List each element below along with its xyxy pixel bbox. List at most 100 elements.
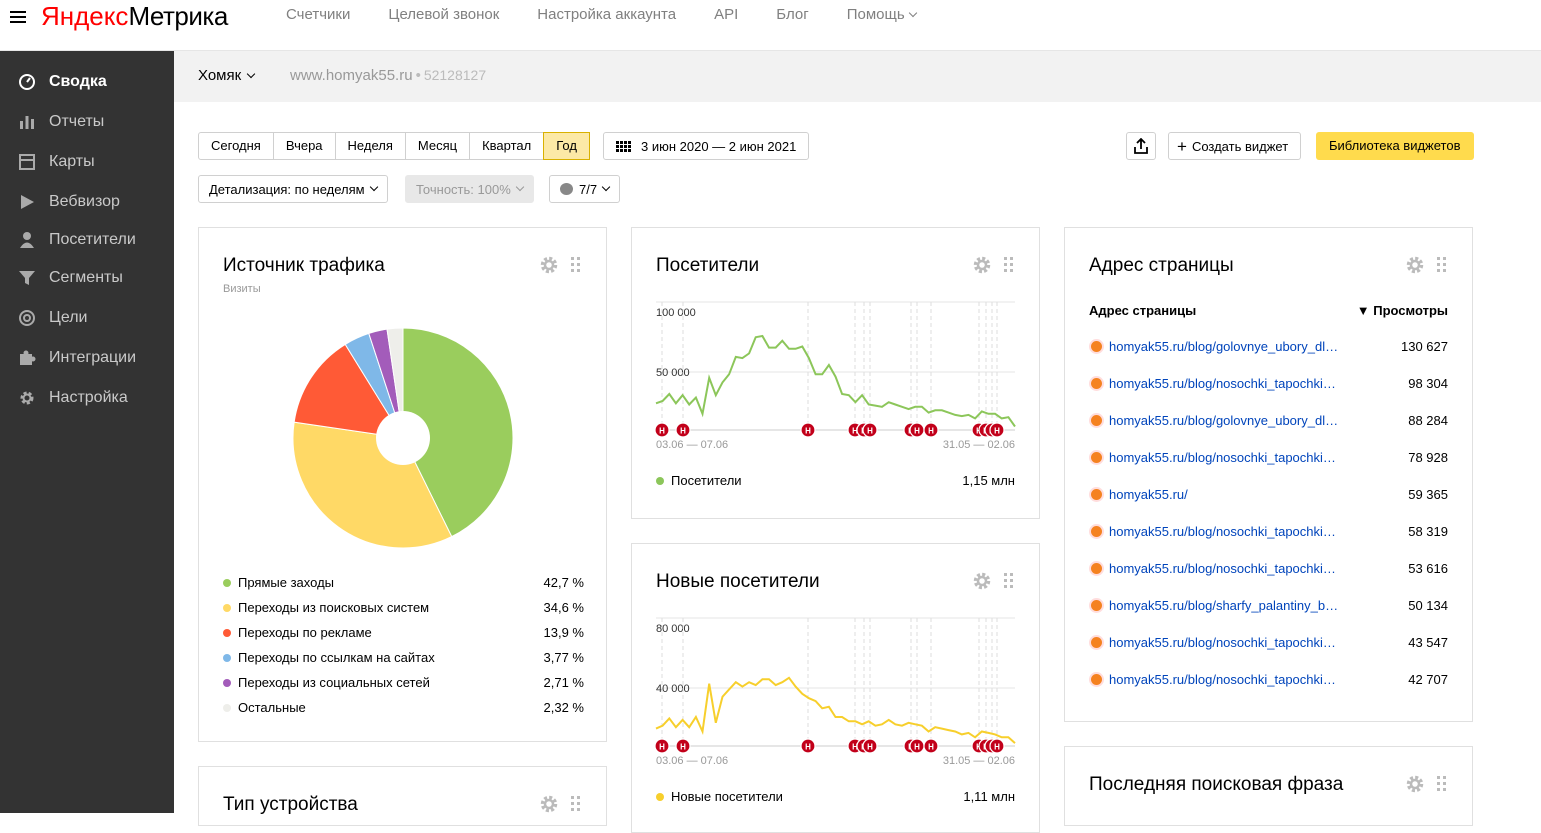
legend-dot: [223, 653, 231, 662]
legend-item[interactable]: Переходы по ссылкам на сайтах 3,77 %: [223, 645, 584, 670]
menu-icon[interactable]: [10, 8, 26, 24]
legend-item[interactable]: Остальные 2,32 %: [223, 695, 584, 720]
x-tick-label: 03.06 — 07.06: [656, 439, 728, 451]
site-favicon-icon: [1089, 635, 1104, 650]
table-row: homyak55.ru/blog/golovnye_ubory_dl… 130 6…: [1089, 328, 1448, 365]
drag-handle-icon[interactable]: [1437, 257, 1447, 273]
table-row: homyak55.ru/blog/sharfy_palantiny_b… 50 1…: [1089, 587, 1448, 624]
table-row: homyak55.ru/blog/nosochki_tapochki… 43 54…: [1089, 624, 1448, 661]
sidebar-item-goals[interactable]: Цели: [0, 303, 174, 333]
page-url-link[interactable]: homyak55.ru/blog/nosochki_tapochki…: [1109, 450, 1408, 465]
sidebar: Сводка Отчеты Карты Вебвизор Посетители …: [0, 51, 174, 813]
sidebar-item-settings[interactable]: Настройка: [0, 383, 174, 413]
page-views: 43 547: [1408, 635, 1448, 650]
page-url-link[interactable]: homyak55.ru/blog/golovnye_ubory_dl…: [1109, 413, 1408, 428]
sidebar-item-visitors[interactable]: Посетители: [0, 225, 174, 255]
nav-counters[interactable]: Счетчики: [286, 6, 350, 23]
page-views: 42 707: [1408, 672, 1448, 687]
page-views: 58 319: [1408, 524, 1448, 539]
legend-dot: [223, 603, 231, 612]
chart-legend: Посетители 1,15 млн: [656, 473, 1015, 488]
drag-handle-icon[interactable]: [571, 257, 581, 273]
legend-item[interactable]: Переходы из поисковых систем 34,6 %: [223, 595, 584, 620]
share-button[interactable]: [1126, 132, 1156, 160]
page-url-link[interactable]: homyak55.ru/: [1109, 487, 1408, 502]
page-views: 88 284: [1408, 413, 1448, 428]
create-widget-button[interactable]: + Создать виджет: [1168, 132, 1302, 160]
page-url-link[interactable]: homyak55.ru/blog/golovnye_ubory_dl…: [1109, 339, 1401, 354]
sidebar-item-reports[interactable]: Отчеты: [0, 107, 174, 137]
page-url-link[interactable]: homyak55.ru/blog/nosochki_tapochki…: [1109, 376, 1408, 391]
gear-icon[interactable]: [539, 255, 559, 275]
note-marker: Н: [800, 422, 816, 438]
note-marker-label: Н: [994, 743, 1000, 752]
table-row: homyak55.ru/blog/golovnye_ubory_dl… 88 28…: [1089, 402, 1448, 439]
page-url-link[interactable]: homyak55.ru/blog/nosochki_tapochki…: [1109, 672, 1408, 687]
date-range-button[interactable]: 3 июн 2020 — 2 июн 2021: [603, 132, 810, 160]
nav-help[interactable]: Помощь: [847, 6, 917, 23]
period-year[interactable]: Год: [543, 132, 590, 160]
legend-item[interactable]: Переходы из социальных сетей 2,71 %: [223, 670, 584, 695]
page-url-link[interactable]: homyak55.ru/blog/nosochki_tapochki…: [1109, 561, 1408, 576]
site-favicon-icon: [1089, 561, 1104, 576]
page-url-link[interactable]: homyak55.ru/blog/sharfy_palantiny_b…: [1109, 598, 1408, 613]
nav-api[interactable]: API: [714, 6, 738, 23]
pie-hole: [376, 411, 430, 465]
note-marker-label: Н: [805, 427, 811, 436]
drag-handle-icon[interactable]: [1004, 573, 1014, 589]
table-row: homyak55.ru/blog/nosochki_tapochki… 53 61…: [1089, 550, 1448, 587]
column-header-url[interactable]: Адрес страницы: [1089, 303, 1357, 318]
gear-icon[interactable]: [1405, 774, 1425, 794]
widget-tools: [972, 255, 1014, 275]
page-url-link[interactable]: homyak55.ru/blog/nosochki_tapochki…: [1109, 524, 1408, 539]
gear-icon[interactable]: [1405, 255, 1425, 275]
sidebar-item-summary[interactable]: Сводка: [0, 67, 174, 97]
sidebar-item-maps[interactable]: Карты: [0, 147, 174, 177]
site-favicon-icon: [1089, 376, 1104, 391]
legend-name: Переходы из поисковых систем: [238, 600, 430, 615]
accuracy-dropdown[interactable]: Точность: 100%: [405, 175, 534, 203]
nav-account-settings[interactable]: Настройка аккаунта: [537, 6, 676, 23]
period-yesterday[interactable]: Вчера: [274, 133, 336, 159]
sidebar-item-webvisor[interactable]: Вебвизор: [0, 187, 174, 217]
legend-dot: [223, 578, 231, 587]
legend-percent: 3,77 %: [543, 650, 584, 665]
gear-icon[interactable]: [972, 255, 992, 275]
top-nav: Счетчики Целевой звонок Настройка аккаун…: [286, 6, 954, 23]
legend-dot: [223, 703, 231, 712]
sidebar-item-segments[interactable]: Сегменты: [0, 263, 174, 293]
widget-library-button[interactable]: Библиотека виджетов: [1316, 132, 1474, 160]
drag-handle-icon[interactable]: [1004, 257, 1014, 273]
note-marker: Н: [654, 738, 670, 754]
legend-percent: 13,9 %: [543, 625, 584, 640]
note-marker: Н: [989, 738, 1005, 754]
table-row: homyak55.ru/blog/nosochki_tapochki… 58 31…: [1089, 513, 1448, 550]
note-marker: Н: [909, 422, 925, 438]
counter-selector[interactable]: Хомяк: [198, 67, 256, 84]
note-marker: Н: [909, 738, 925, 754]
detail-dropdown[interactable]: Детализация: по неделям: [198, 175, 388, 203]
period-month[interactable]: Месяц: [406, 133, 471, 159]
drag-handle-icon[interactable]: [1437, 776, 1447, 792]
sidebar-item-integrations[interactable]: Интеграции: [0, 343, 174, 373]
nav-blog[interactable]: Блог: [776, 6, 808, 23]
site-favicon-icon: [1089, 339, 1104, 354]
map-icon: [17, 152, 37, 172]
period-quarter[interactable]: Квартал: [470, 133, 545, 159]
logo[interactable]: ЯндексМетрика: [41, 0, 228, 32]
period-week[interactable]: Неделя: [336, 133, 406, 159]
note-marker-label: Н: [805, 743, 811, 752]
legend-item[interactable]: Прямые заходы 42,7 %: [223, 570, 584, 595]
widget-title: Новые посетители: [656, 571, 820, 592]
gear-icon[interactable]: [972, 571, 992, 591]
nav-target-call[interactable]: Целевой звонок: [388, 6, 499, 23]
legend-name: Переходы из социальных сетей: [238, 675, 430, 690]
counter-id: 52128127: [423, 67, 487, 83]
drag-handle-icon[interactable]: [571, 796, 581, 812]
period-today[interactable]: Сегодня: [199, 133, 274, 159]
gear-icon[interactable]: [539, 794, 559, 814]
notes-dropdown[interactable]: 7/7: [549, 175, 621, 203]
page-url-link[interactable]: homyak55.ru/blog/nosochki_tapochki…: [1109, 635, 1408, 650]
column-header-views[interactable]: ▼ Просмотры: [1357, 303, 1448, 318]
legend-item[interactable]: Переходы по рекламе 13,9 %: [223, 620, 584, 645]
